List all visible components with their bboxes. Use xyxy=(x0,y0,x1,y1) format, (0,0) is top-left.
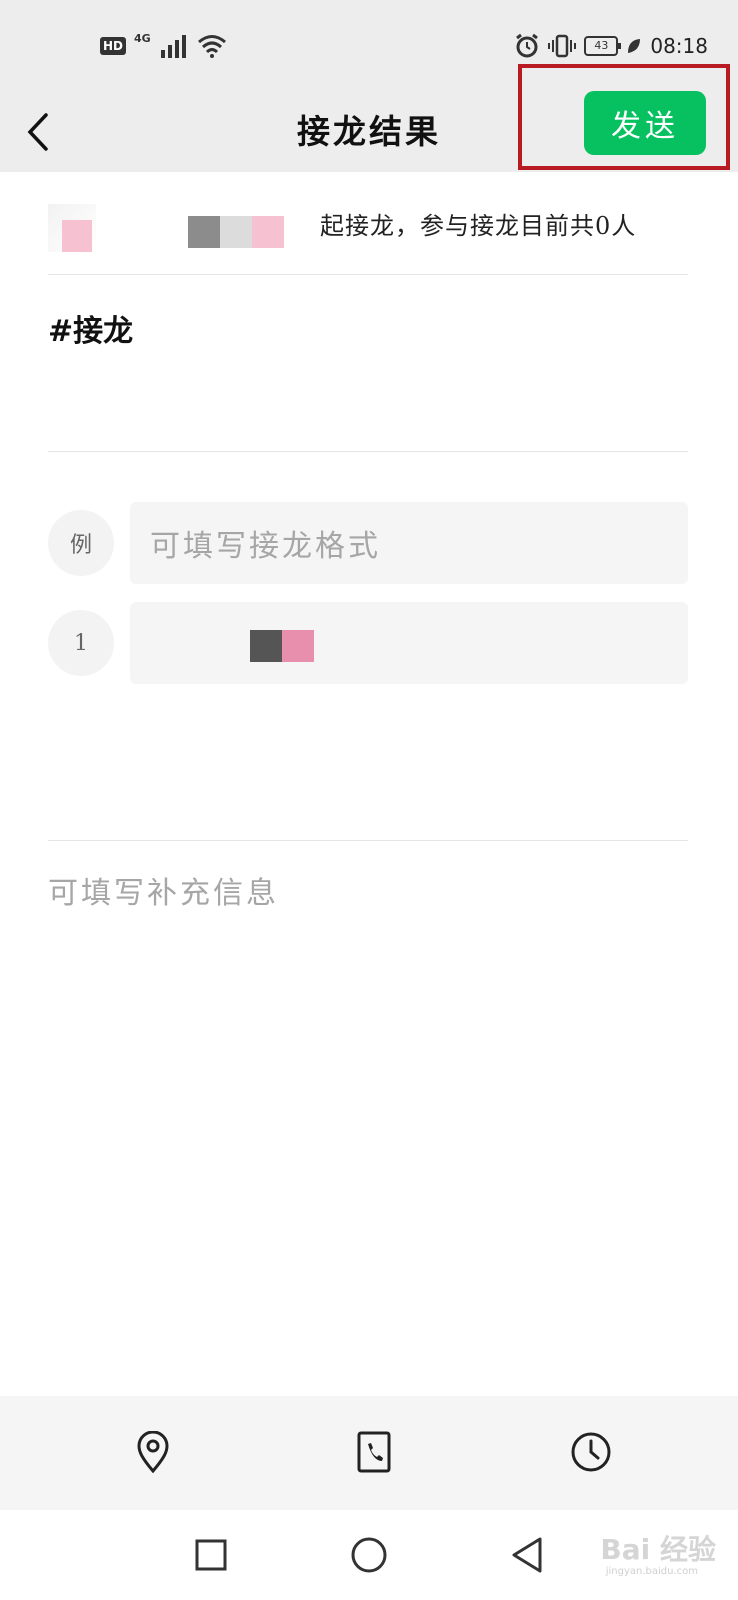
entry-1-input[interactable] xyxy=(130,602,688,684)
watermark-url: jingyan.baidu.com xyxy=(605,1566,698,1577)
watermark: Bai 经验 xyxy=(600,1533,716,1566)
send-button[interactable]: 发送 xyxy=(584,91,706,155)
phone-button[interactable] xyxy=(346,1424,402,1480)
location-icon xyxy=(137,1431,169,1473)
starter-text: 起接龙，参与接龙目前共0人 xyxy=(320,212,637,240)
bottom-toolbar xyxy=(0,1396,738,1510)
entry-format-input[interactable]: 可填写接龙格式 xyxy=(130,502,688,584)
alarm-icon xyxy=(516,33,539,58)
home-button[interactable] xyxy=(342,1528,396,1582)
recents-button[interactable] xyxy=(184,1528,238,1582)
chevron-left-icon xyxy=(27,113,48,151)
avatar-blur xyxy=(62,220,92,252)
back-nav-button[interactable] xyxy=(500,1528,554,1582)
location-button[interactable] xyxy=(125,1424,181,1480)
battery-indicator: 43 xyxy=(584,36,622,56)
extra-info-input[interactable]: 可填写补充信息 xyxy=(48,868,279,912)
entry-format-placeholder: 可填写接龙格式 xyxy=(150,529,381,564)
clock-icon xyxy=(571,1432,611,1472)
entry-number-1: 1 xyxy=(48,610,114,676)
phone-icon xyxy=(357,1431,391,1473)
starter-row: 起接龙，参与接龙目前共0人 xyxy=(48,200,688,264)
recents-square-icon xyxy=(195,1539,227,1571)
network-type: 4G xyxy=(134,31,151,45)
wifi-icon xyxy=(197,35,226,58)
status-right: 43 08:18 xyxy=(514,30,708,62)
hd-badge: HD xyxy=(100,37,127,55)
status-left: HD 4G xyxy=(100,30,227,62)
back-triangle-icon xyxy=(512,1537,542,1573)
divider xyxy=(48,840,688,841)
entry-example-label: 例 xyxy=(48,510,114,576)
blurred-name xyxy=(188,216,284,248)
topic-text[interactable]: #接龙 xyxy=(48,306,133,350)
avatar xyxy=(48,204,96,252)
leaf-icon xyxy=(628,39,641,53)
home-circle-icon xyxy=(351,1537,387,1573)
vibrate-icon xyxy=(548,34,577,58)
blurred-entry-name xyxy=(250,630,314,662)
divider xyxy=(48,274,688,275)
divider xyxy=(48,451,688,452)
signal-icon xyxy=(160,35,186,58)
clock-time: 08:18 xyxy=(650,34,708,58)
clock-button[interactable] xyxy=(563,1424,619,1480)
back-button[interactable] xyxy=(24,104,80,160)
